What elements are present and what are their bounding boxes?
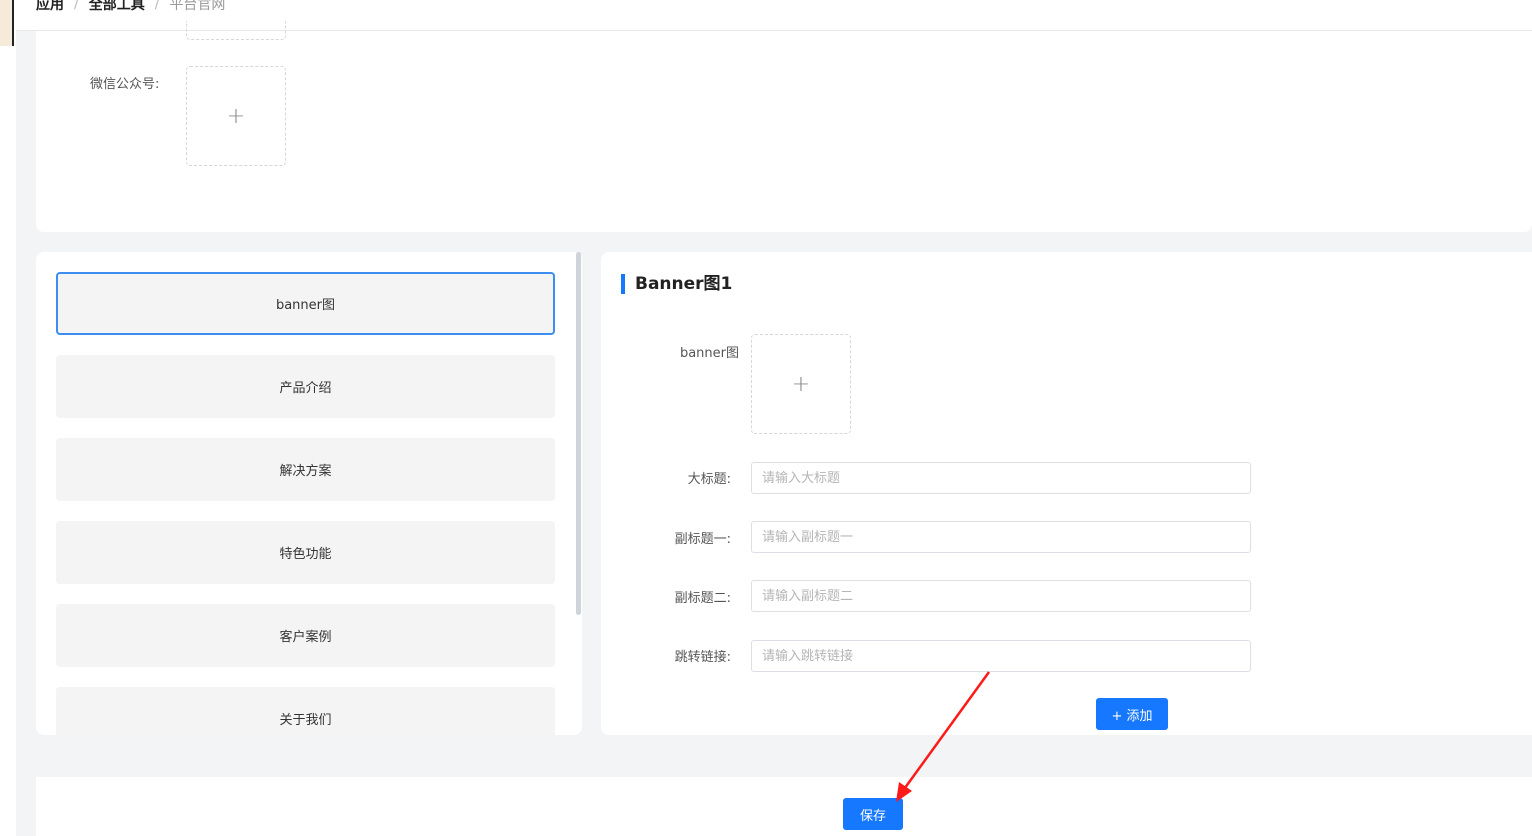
banner-form-panel: Banner图1 banner图 + 大标题: 副标题一: 副标题二: 跳转链接… bbox=[601, 252, 1532, 735]
breadcrumb-separator: / bbox=[74, 0, 79, 12]
breadcrumb-item-apps[interactable]: 应用 bbox=[36, 0, 64, 14]
breadcrumb-item-all-tools[interactable]: 全部工具 bbox=[89, 0, 145, 14]
wechat-label: 微信公众号: bbox=[90, 77, 160, 92]
upload-box-partial[interactable] bbox=[186, 21, 286, 40]
plus-icon: + bbox=[791, 371, 811, 397]
banner-label: banner图 bbox=[679, 346, 739, 361]
nav-item-product[interactable]: 产品介绍 bbox=[56, 355, 555, 418]
section-nav-panel: banner图 产品介绍 解决方案 特色功能 客户案例 关于我们 bbox=[36, 252, 582, 735]
nav-item-about[interactable]: 关于我们 bbox=[56, 687, 555, 735]
breadcrumb-separator: / bbox=[154, 0, 160, 12]
nav-item-banner[interactable]: banner图 bbox=[56, 272, 555, 335]
wechat-upload-box[interactable]: + bbox=[186, 66, 286, 166]
plus-icon: + bbox=[226, 103, 246, 129]
save-button[interactable]: 保存 bbox=[843, 798, 903, 830]
subtitle-two-input[interactable] bbox=[751, 580, 1251, 612]
title-input[interactable] bbox=[751, 462, 1251, 494]
section-title: Banner图1 bbox=[621, 274, 732, 294]
nav-scrollbar[interactable] bbox=[576, 252, 581, 615]
top-settings-card: 微信公众号: + bbox=[36, 21, 1532, 232]
breadcrumb-current: 平台官网 bbox=[169, 0, 226, 13]
link-input[interactable] bbox=[751, 640, 1251, 672]
nav-item-cases[interactable]: 客户案例 bbox=[56, 604, 555, 667]
subtitle-one-label: 副标题一: bbox=[674, 532, 731, 547]
subtitle-one-input[interactable] bbox=[751, 521, 1251, 553]
title-label: 大标题: bbox=[687, 472, 731, 487]
nav-item-solution[interactable]: 解决方案 bbox=[56, 438, 555, 501]
side-strip-accent bbox=[0, 0, 14, 46]
subtitle-two-label: 副标题二: bbox=[674, 591, 731, 606]
breadcrumb: 应用 / 全部工具 / 平台官网 bbox=[36, 0, 225, 14]
nav-item-features[interactable]: 特色功能 bbox=[56, 521, 555, 584]
link-label: 跳转链接: bbox=[674, 650, 731, 665]
side-strip bbox=[0, 0, 16, 836]
footer-bar: 保存 bbox=[36, 777, 1532, 836]
add-button[interactable]: + 添加 bbox=[1096, 698, 1168, 730]
banner-upload-box[interactable]: + bbox=[751, 334, 851, 434]
